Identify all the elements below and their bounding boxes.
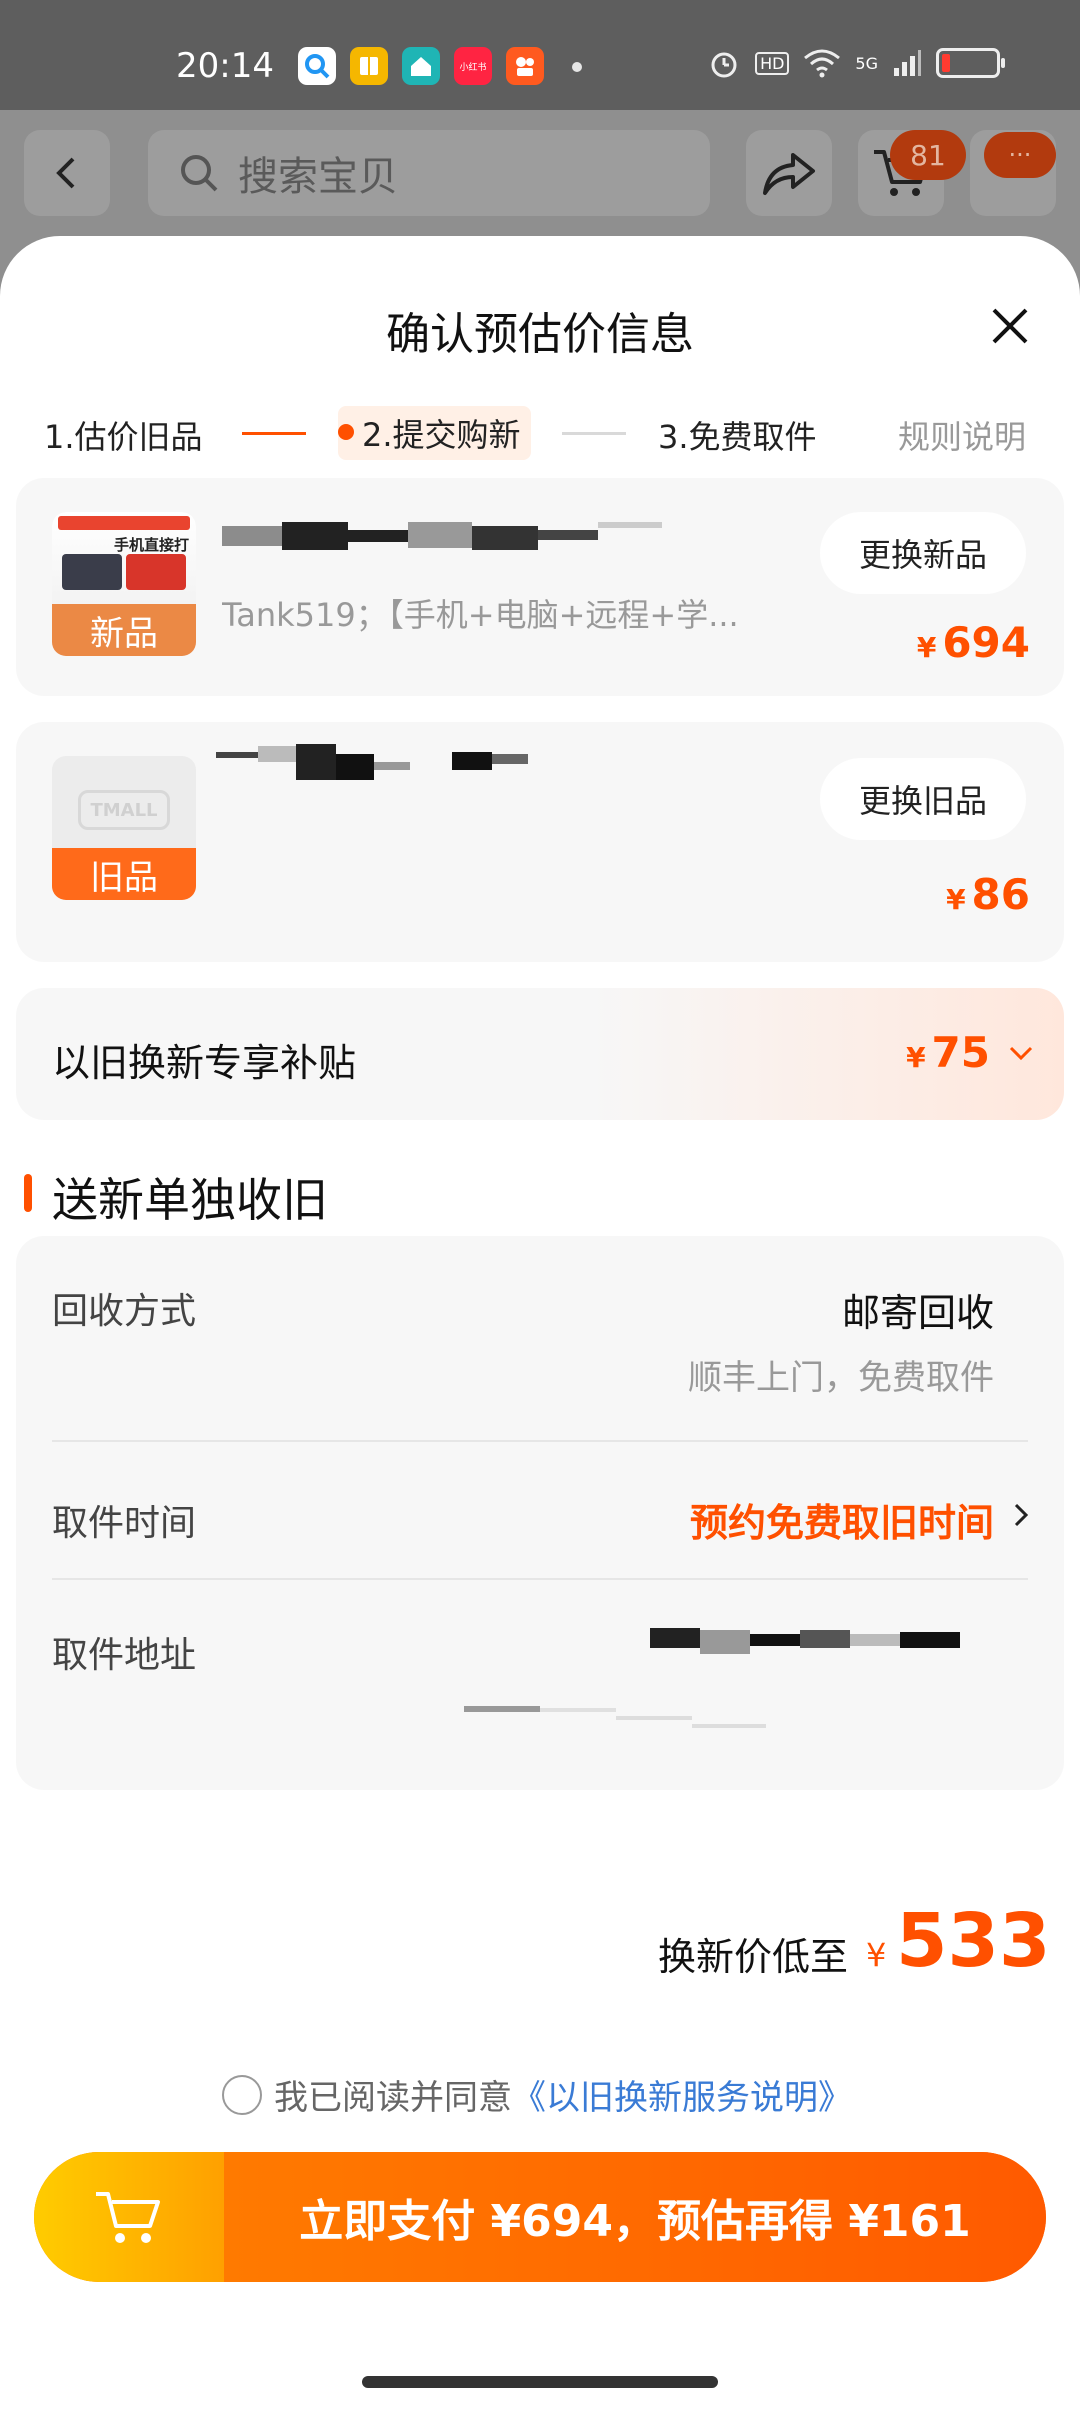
step-connector-done <box>242 432 306 435</box>
final-price-currency: ¥ <box>866 1936 887 1974</box>
rules-link[interactable]: 规则说明 <box>898 412 1026 458</box>
home-indicator <box>362 2376 718 2388</box>
pickup-time-value: 预约免费取旧时间 <box>689 1501 994 1545</box>
xiaohongshu-app-text: 小红书 <box>459 62 487 73</box>
book-app-icon <box>350 47 388 85</box>
new-item-thumbnail: 手机直接打 新品 <box>52 512 196 656</box>
new-badge: 新品 <box>52 604 196 656</box>
tmall-logo-text: TMALL <box>90 799 158 821</box>
alarm-icon <box>711 52 737 78</box>
step-3: 3.免费取件 <box>658 418 817 456</box>
pickup-time-row[interactable]: 取件时间 预约免费取旧时间 <box>16 1442 1064 1578</box>
network-type: 5G <box>855 53 878 73</box>
back-arrow-icon <box>56 157 75 189</box>
recycle-info-card: 回收方式 邮寄回收 顺丰上门，免费取件 取件时间 预约免费取旧时间 取件地址 <box>16 1236 1064 1790</box>
pay-bar: 立即支付 ¥694，预估再得 ¥161 <box>34 2152 1046 2282</box>
pay-now-button[interactable]: 立即支付 ¥694，预估再得 ¥161 <box>224 2152 1046 2282</box>
pickup-address-label: 取件地址 <box>52 1635 197 1676</box>
old-badge: 旧品 <box>52 848 196 900</box>
thumb-caption: 手机直接打 <box>114 536 190 554</box>
progress-steps: 1.估价旧品 2.提交购新 3.免费取件 规则说明 <box>0 406 1080 466</box>
tmall-logo: TMALL <box>78 790 170 830</box>
agreement-row: 我已阅读并同意 《以旧换新服务说明》 <box>222 2070 852 2119</box>
status-time: 20:14 <box>176 46 274 86</box>
chevron-right-icon <box>1014 1503 1029 1527</box>
battery-icon <box>936 48 1005 78</box>
top-nav: 搜索宝贝 81 ··· <box>0 110 1080 240</box>
share-icon <box>763 153 815 195</box>
search-icon <box>181 155 218 192</box>
subsidy-label: 以旧换新专享补贴 <box>52 1041 357 1085</box>
search-placeholder: 搜索宝贝 <box>238 154 398 200</box>
pickup-time-label: 取件时间 <box>52 1503 197 1544</box>
status-app-icons: 小红书 <box>298 47 544 85</box>
new-item-price-value: 694 <box>942 618 1030 667</box>
old-item-price: ¥86 <box>946 870 1030 919</box>
new-item-price: ¥694 <box>917 618 1030 667</box>
kuaishou-app-icon <box>506 47 544 85</box>
divider <box>52 1578 1028 1580</box>
share-button[interactable] <box>746 130 832 216</box>
close-icon <box>992 308 1028 344</box>
chevron-down-icon <box>1009 1046 1033 1061</box>
back-button[interactable] <box>24 130 110 216</box>
service-terms-link[interactable]: 《以旧换新服务说明》 <box>512 2070 852 2119</box>
estimate-confirm-sheet: 确认预估价信息 1.估价旧品 2.提交购新 3.免费取件 规则说明 手机直接打 … <box>0 236 1080 2412</box>
cart-icon <box>96 2192 160 2243</box>
agreement-checkbox[interactable] <box>222 2074 262 2115</box>
step-2-label: 2.提交购新 <box>362 416 521 454</box>
close-button[interactable] <box>982 298 1038 354</box>
final-price-value: 533 <box>896 1898 1051 1984</box>
new-item-card: 手机直接打 新品 Tank519；【手机+电脑+远程+学... 更换新品 ¥69… <box>16 478 1064 696</box>
old-item-price-value: 86 <box>971 870 1030 919</box>
method-label: 回收方式 <box>52 1291 197 1332</box>
section-accent-bar <box>24 1174 32 1212</box>
agreement-text: 我已阅读并同意 <box>274 2078 512 2118</box>
status-indicators: HD 5G <box>707 46 1005 80</box>
status-bar: 20:14 小红书 HD 5G <box>0 0 1080 110</box>
xiaohongshu-app-icon: 小红书 <box>454 47 492 85</box>
cart-shortcut-button[interactable] <box>34 2152 224 2282</box>
sheet-title: 确认预估价信息 <box>386 309 694 360</box>
old-item-title-redacted <box>216 744 556 780</box>
section-title: 送新单独收旧 <box>52 1173 328 1227</box>
subsidy-currency: ¥ <box>906 1041 926 1074</box>
new-item-description: Tank519；【手机+电脑+远程+学... <box>222 596 739 634</box>
hd-indicator: HD <box>755 51 790 75</box>
old-item-card: TMALL 旧品 更换旧品 ¥86 <box>16 722 1064 962</box>
subsidy-price: ¥75 <box>906 1028 990 1077</box>
change-old-item-button[interactable]: 更换旧品 <box>820 758 1026 840</box>
old-item-thumbnail: TMALL 旧品 <box>52 756 196 900</box>
change-new-item-button[interactable]: 更换新品 <box>820 512 1026 594</box>
home-app-icon <box>402 47 440 85</box>
step-2-active: 2.提交购新 <box>338 406 531 460</box>
step-connector-pending <box>562 432 626 435</box>
search-app-icon <box>298 47 336 85</box>
signal-icon <box>894 50 921 76</box>
search-bar[interactable]: 搜索宝贝 <box>148 130 710 216</box>
final-price-label: 换新价低至 <box>658 1935 849 1979</box>
old-item-currency: ¥ <box>946 883 966 916</box>
notification-dot <box>572 62 582 72</box>
active-step-dot <box>338 424 354 440</box>
step-1: 1.估价旧品 <box>44 418 203 456</box>
new-item-title-redacted <box>222 522 742 556</box>
subsidy-price-value: 75 <box>931 1028 990 1077</box>
new-item-currency: ¥ <box>916 631 937 664</box>
method-subtext: 顺丰上门，免费取件 <box>688 1358 994 1398</box>
method-value: 邮寄回收 <box>841 1291 994 1335</box>
cart-count-badge: 81 <box>890 130 966 180</box>
trade-in-subsidy-row[interactable]: 以旧换新专享补贴 ¥75 <box>16 988 1064 1120</box>
wifi-icon <box>804 49 841 78</box>
more-badge: ··· <box>984 132 1056 178</box>
